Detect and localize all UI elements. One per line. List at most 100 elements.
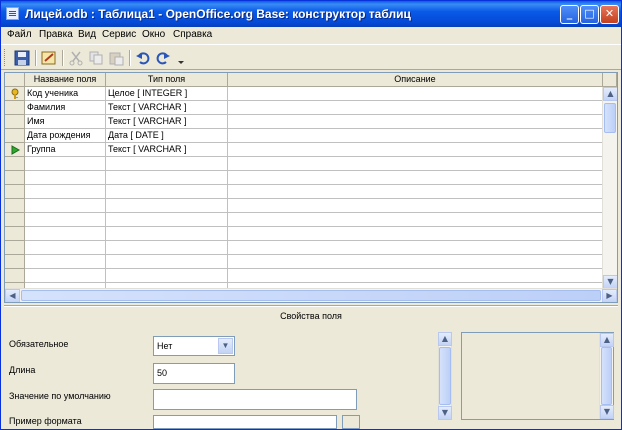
undo-icon[interactable]	[135, 50, 151, 66]
cell-description[interactable]	[228, 185, 603, 199]
table-row[interactable]: Код ученика Целое [ INTEGER ]	[5, 87, 603, 101]
cell-field-type[interactable]	[106, 255, 228, 269]
row-header[interactable]	[5, 101, 25, 115]
cell-field-name[interactable]: Имя	[25, 115, 106, 129]
scroll-down-icon[interactable]: ▼	[438, 406, 452, 420]
table-row[interactable]: Группа Текст [ VARCHAR ]	[5, 143, 603, 157]
cell-field-type[interactable]: Текст [ VARCHAR ]	[106, 101, 228, 115]
menu-help[interactable]: Справка	[173, 29, 212, 40]
properties-scroll-thumb[interactable]	[439, 347, 451, 405]
scroll-up-icon[interactable]: ▲	[600, 333, 614, 347]
length-field[interactable]: 50	[153, 363, 235, 384]
redo-icon[interactable]	[155, 50, 171, 66]
cell-field-name[interactable]	[25, 213, 106, 227]
table-row[interactable]: Имя Текст [ VARCHAR ]	[5, 115, 603, 129]
toolbar-grip[interactable]	[4, 49, 8, 66]
cell-field-name[interactable]	[25, 185, 106, 199]
paste-icon[interactable]	[108, 50, 124, 66]
cell-description[interactable]	[228, 199, 603, 213]
row-header[interactable]	[5, 269, 25, 283]
format-example-field[interactable]	[153, 415, 337, 429]
column-header-field-name[interactable]: Название поля	[25, 73, 106, 87]
scroll-up-icon[interactable]: ▲	[603, 87, 617, 101]
table-row[interactable]	[5, 199, 603, 213]
copy-icon[interactable]	[88, 50, 104, 66]
cell-field-type[interactable]	[106, 185, 228, 199]
cell-field-type[interactable]	[106, 171, 228, 185]
row-header[interactable]	[5, 241, 25, 255]
cell-description[interactable]	[228, 227, 603, 241]
table-row[interactable]	[5, 185, 603, 199]
cell-field-type[interactable]: Целое [ INTEGER ]	[106, 87, 228, 101]
save-icon[interactable]	[14, 50, 30, 66]
horizontal-scroll-thumb[interactable]	[21, 290, 601, 301]
default-value-field[interactable]	[153, 389, 357, 410]
chevron-down-icon[interactable]: ▼	[218, 338, 233, 354]
row-header[interactable]	[5, 87, 25, 101]
cell-field-name[interactable]	[25, 199, 106, 213]
cell-field-name[interactable]: Дата рождения	[25, 129, 106, 143]
panel-divider[interactable]	[4, 305, 618, 307]
cell-field-name[interactable]	[25, 255, 106, 269]
table-horizontal-scrollbar[interactable]: ◀ ▶	[5, 288, 617, 302]
table-row[interactable]: Дата рождения Дата [ DATE ]	[5, 129, 603, 143]
column-header-description[interactable]: Описание	[228, 73, 603, 87]
minimize-button[interactable]: _	[560, 5, 579, 24]
cell-description[interactable]	[228, 171, 603, 185]
menu-tools[interactable]: Сервис	[102, 29, 136, 40]
cell-field-type[interactable]: Текст [ VARCHAR ]	[106, 115, 228, 129]
menu-view[interactable]: Вид	[78, 29, 96, 40]
cell-field-type[interactable]	[106, 241, 228, 255]
menu-edit[interactable]: Правка	[39, 29, 73, 40]
scroll-down-icon[interactable]: ▼	[603, 275, 617, 289]
cell-field-name[interactable]	[25, 171, 106, 185]
cell-field-name[interactable]	[25, 227, 106, 241]
cell-field-name[interactable]: Группа	[25, 143, 106, 157]
cell-description[interactable]	[228, 87, 603, 101]
help-scroll-thumb[interactable]	[601, 347, 612, 405]
row-header[interactable]	[5, 143, 25, 157]
help-scrollbar[interactable]: ▲ ▼	[599, 333, 614, 419]
cell-description[interactable]	[228, 241, 603, 255]
format-button[interactable]	[342, 415, 360, 429]
cell-description[interactable]	[228, 213, 603, 227]
toolbar-options-icon[interactable]	[177, 50, 185, 66]
table-row[interactable]	[5, 213, 603, 227]
row-header[interactable]	[5, 115, 25, 129]
edit-icon[interactable]	[41, 50, 57, 66]
row-header[interactable]	[5, 129, 25, 143]
cell-description[interactable]	[228, 255, 603, 269]
cell-field-type[interactable]	[106, 199, 228, 213]
close-button[interactable]: ✕	[600, 5, 619, 24]
table-row[interactable]	[5, 269, 603, 283]
scroll-up-icon[interactable]: ▲	[438, 332, 452, 346]
cell-description[interactable]	[228, 143, 603, 157]
cell-field-name[interactable]: Фамилия	[25, 101, 106, 115]
table-row[interactable]	[5, 157, 603, 171]
cell-description[interactable]	[228, 101, 603, 115]
table-row[interactable]	[5, 255, 603, 269]
cell-field-name[interactable]	[25, 241, 106, 255]
cell-field-name[interactable]: Код ученика	[25, 87, 106, 101]
cut-icon[interactable]	[68, 50, 84, 66]
row-header[interactable]	[5, 185, 25, 199]
column-header-field-type[interactable]: Тип поля	[106, 73, 228, 87]
title-bar[interactable]: Лицей.odb : Таблица1 - OpenOffice.org Ba…	[1, 1, 621, 27]
row-header[interactable]	[5, 157, 25, 171]
cell-field-type[interactable]	[106, 227, 228, 241]
cell-field-type[interactable]	[106, 213, 228, 227]
row-header[interactable]	[5, 213, 25, 227]
cell-description[interactable]	[228, 129, 603, 143]
cell-field-type[interactable]	[106, 157, 228, 171]
row-header[interactable]	[5, 171, 25, 185]
maximize-button[interactable]: □	[580, 5, 599, 24]
cell-description[interactable]	[228, 157, 603, 171]
table-row[interactable]	[5, 227, 603, 241]
vertical-scroll-thumb[interactable]	[604, 103, 616, 133]
menu-window[interactable]: Окно	[142, 29, 165, 40]
cell-field-name[interactable]	[25, 269, 106, 283]
table-vertical-scrollbar[interactable]: ▲ ▼	[602, 87, 617, 289]
row-header[interactable]	[5, 227, 25, 241]
menu-file[interactable]: Файл	[7, 29, 32, 40]
cell-description[interactable]	[228, 115, 603, 129]
